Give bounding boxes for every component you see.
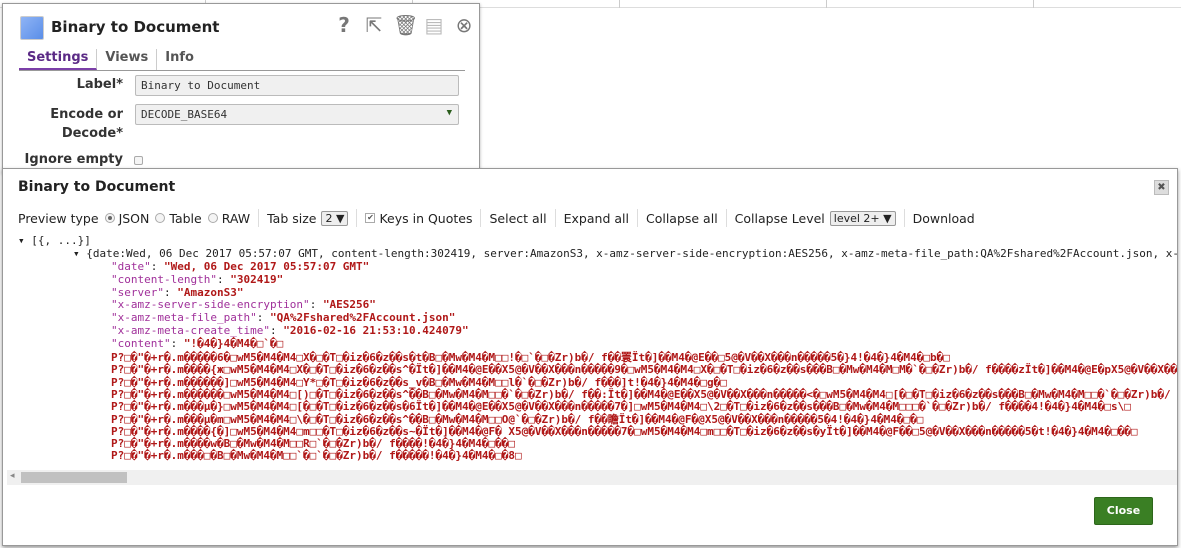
tab-info[interactable]: Info [157,49,202,70]
download-button[interactable]: Download [913,211,975,226]
collapse-level-select[interactable]: level 2+ ▼ [829,210,896,226]
tree-root[interactable]: ▾ [{, ...}] [18,235,91,247]
table-label[interactable]: Table [169,211,201,226]
json-key: "content-length" [111,272,217,286]
encode-field-label: Encode or Decode* [50,104,123,145]
preview-type-label: Preview type [18,210,99,226]
json-key: "x-amz-meta-file_path" [111,311,257,325]
json-field: "server": "AmazonS3" [111,285,244,299]
tab-views[interactable]: Views [97,49,158,70]
json-field: "content": "!�4�}4�M4�□`�□ [111,336,284,350]
json-key: "server" [111,285,164,299]
dialog-close-icon[interactable]: ✖ [1154,180,1169,195]
expand-all-button[interactable]: Expand all [564,211,629,226]
json-value: "2016-02-16 21:53:10.424079" [283,324,469,337]
json-value: "Wed, 06 Dec 2017 05:57:07 GMT" [164,260,370,273]
label-input[interactable]: Binary to Document [135,75,459,96]
json-field: "x-amz-server-side-encryption": "AES256" [111,298,376,312]
horizontal-scrollbar[interactable]: ◂ [7,470,1177,485]
tab-size-value: 2 [325,211,333,225]
json-value: "!�4�}4�M4�□`�□ [183,336,284,350]
dialog-title: Binary to Document [18,179,176,195]
content-line: P?□�"�+r�.m����{�]□wM5�M4�M4□m□□�T□�iz�6… [111,424,1138,438]
content-line: P?□�"�+r�.m���μ�}□wM5�M4�M4□[�□�T□�iz�6�… [111,400,1131,414]
settings-panel: Binary to Document ? ⇱ 🗑 ▤ ⊗ Settings Vi… [2,3,480,173]
collapse-level-label: Collapse Level [734,210,825,226]
json-key: "date" [111,260,151,273]
json-label[interactable]: JSON [119,211,150,226]
content-line: P?□�"�+r�.m���μ�m□wM5�M4�M4□\�□�T□�iz�6�… [111,412,924,426]
json-key: "x-amz-server-side-encryption" [111,298,310,312]
close-button[interactable]: Close [1094,497,1153,525]
root-summary: [{, ...}] [31,234,91,247]
raw-radio[interactable] [207,213,218,223]
json-field: "date": "Wed, 06 Dec 2017 05:57:07 GMT" [111,260,370,273]
trash-icon[interactable]: 🗑 [393,13,418,37]
snap-icon [20,16,44,40]
collapse-all-button[interactable]: Collapse all [646,211,718,226]
object-summary: {date:Wed, 06 Dec 2017 05:57:07 GMT, con… [86,247,1177,260]
preview-toolbar: Preview type JSON Table RAW Tab size 2 ▼… [18,209,975,227]
dropdown-arrow-icon: ▼ [446,108,452,118]
json-field: "x-amz-meta-file_path": "QA%2Fshared%2FA… [111,311,456,325]
json-field: "x-amz-meta-create_time": "2016-02-16 21… [111,324,469,337]
json-field: "content-length": "302419" [111,272,284,286]
json-key: "x-amz-meta-create_time" [111,324,270,337]
tab-settings[interactable]: Settings [19,49,98,70]
json-value: "AES256" [322,298,376,312]
label-field-label: Label* [76,77,123,92]
select-all-button[interactable]: Select all [489,211,546,226]
encode-decode-select[interactable]: DECODE_BASE64 ▼ [135,104,459,125]
content-line: P?□�"�+r�.m������]□wM5�M4�M4□Y*□�T□�iz�6… [111,375,727,389]
preview-dialog: Binary to Document ✖ Preview type JSON T… [2,168,1178,546]
json-value: "QA%2Fshared%2FAccount.json" [269,311,456,325]
scrollbar-thumb[interactable] [21,472,127,483]
tab-size-label: Tab size [267,210,317,226]
export-icon[interactable]: ⇱ [363,13,385,37]
json-radio[interactable] [104,213,115,223]
json-tree: ▾ [{, ...}] ▾ {date:Wed, 06 Dec 2017 05:… [3,233,1177,471]
encode-label-line2: Decode* [61,126,123,141]
collapse-level-value: level 2+ [833,211,880,225]
ignore-empty-checkbox[interactable] [134,156,143,165]
keys-in-quotes-label[interactable]: Keys in Quotes [379,211,472,226]
encode-decode-value: DECODE_BASE64 [141,108,228,121]
help-icon[interactable]: ? [333,13,355,37]
tree-object[interactable]: ▾ {date:Wed, 06 Dec 2017 05:57:07 GMT, c… [73,248,1177,260]
table-radio[interactable] [155,213,166,223]
save-icon[interactable]: ▤ [423,13,445,37]
content-line: P?□�"�+r�.m���□�B□�Mw�M4�M□□`�□`�□�Zr)b�… [111,449,522,463]
panel-title: Binary to Document [51,18,220,36]
close-circle-icon[interactable]: ⊗ [453,13,475,37]
content-line: P?□�"�+r�.m����{ж□wM5�M4�M4□X�□�T□�iz�6�… [111,363,1177,377]
tab-size-select[interactable]: 2 ▼ [321,210,349,226]
json-key: "content" [111,336,171,350]
keys-in-quotes-checkbox[interactable]: ✔ [365,213,376,223]
json-value: "AmazonS3" [177,285,244,299]
json-value: "302419" [230,272,284,286]
raw-label[interactable]: RAW [222,211,250,226]
